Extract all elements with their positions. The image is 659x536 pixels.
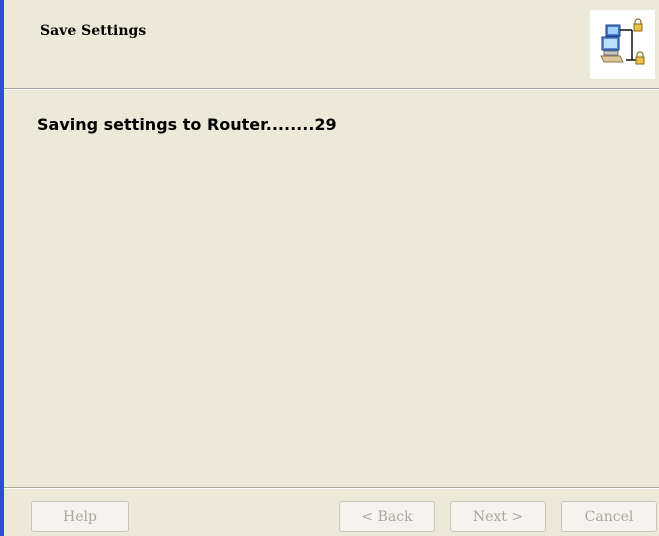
header-divider [4,88,659,90]
help-button[interactable]: Help [31,501,129,532]
cancel-button[interactable]: Cancel [561,501,657,532]
back-button[interactable]: < Back [339,501,435,532]
next-button[interactable]: Next > [450,501,546,532]
network-computer-lock-icon [590,10,655,79]
wizard-window: Save Settings Saving settings to Router.… [0,0,659,536]
footer-divider [4,487,659,489]
wizard-header: Save Settings [4,0,659,88]
page-title: Save Settings [40,23,147,39]
save-status-text: Saving settings to Router........29 [37,115,337,134]
